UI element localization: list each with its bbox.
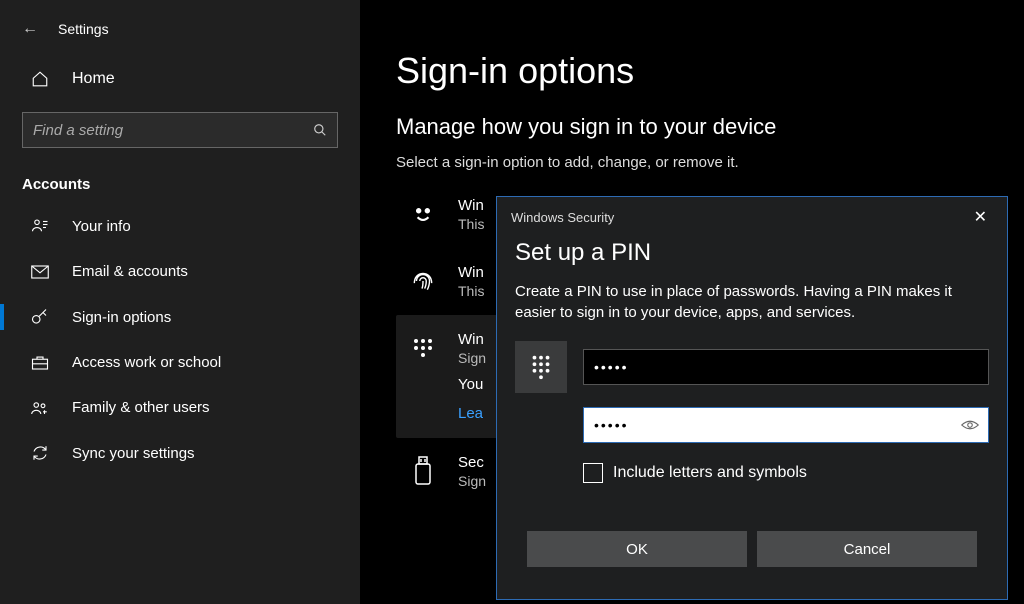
option-title: Sec — [458, 454, 486, 471]
option-title: Win — [458, 331, 486, 348]
home-icon — [30, 70, 50, 88]
sidebar-item-label: Family & other users — [72, 399, 210, 416]
search-input[interactable] — [23, 113, 337, 147]
ok-button[interactable]: OK — [527, 531, 747, 567]
dialog-heading: Set up a PIN — [515, 239, 989, 267]
sidebar-item-work[interactable]: Access work or school — [0, 340, 360, 385]
sidebar-item-sync[interactable]: Sync your settings — [0, 430, 360, 476]
section-label: Accounts — [0, 156, 360, 203]
option-extra: You — [458, 376, 486, 393]
keypad-icon — [406, 331, 440, 365]
sidebar-item-signin[interactable]: Sign-in options — [0, 294, 360, 340]
option-sub: Sign — [458, 350, 486, 366]
back-arrow-icon[interactable]: ← — [22, 20, 38, 38]
key-icon — [30, 308, 50, 326]
sidebar-item-label: Your info — [72, 218, 131, 235]
page-subtitle: Manage how you sign in to your device — [396, 114, 988, 140]
reveal-password-icon[interactable] — [961, 419, 979, 431]
sidebar: ← Settings Home Accounts Your info Email… — [0, 0, 360, 604]
search-input-wrap[interactable] — [22, 112, 338, 148]
option-sub: This — [458, 283, 484, 299]
page-title: Sign-in options — [396, 50, 988, 92]
family-icon — [30, 400, 50, 416]
usb-key-icon — [406, 454, 440, 488]
fingerprint-icon — [406, 264, 440, 298]
sidebar-item-label: Email & accounts — [72, 263, 188, 280]
option-sub: Sign — [458, 473, 486, 489]
option-sub: This — [458, 216, 484, 232]
nav-home-label: Home — [72, 70, 115, 88]
include-letters-row[interactable]: Include letters and symbols — [583, 463, 989, 483]
app-title: Settings — [58, 21, 109, 37]
include-letters-label: Include letters and symbols — [613, 464, 807, 482]
dialog-titlebar: Windows Security ✕ — [497, 197, 1007, 235]
header: ← Settings — [0, 10, 360, 56]
briefcase-icon — [30, 355, 50, 371]
face-icon — [406, 197, 440, 231]
search-icon — [313, 123, 327, 137]
sidebar-item-label: Sign-in options — [72, 309, 171, 326]
option-title: Win — [458, 197, 484, 214]
new-pin-input[interactable] — [583, 349, 989, 385]
pin-keypad-icon — [515, 341, 567, 393]
confirm-pin-input[interactable] — [583, 407, 989, 443]
sidebar-item-label: Access work or school — [72, 354, 221, 371]
person-icon — [30, 217, 50, 235]
pin-setup-dialog: Windows Security ✕ Set up a PIN Create a… — [496, 196, 1008, 600]
option-title: Win — [458, 264, 484, 281]
email-icon — [30, 265, 50, 279]
dialog-window-title: Windows Security — [511, 210, 614, 225]
close-icon[interactable]: ✕ — [968, 203, 993, 231]
learn-more-link[interactable]: Lea — [458, 405, 486, 422]
include-letters-checkbox[interactable] — [583, 463, 603, 483]
sidebar-item-label: Sync your settings — [72, 445, 195, 462]
helper-text: Select a sign-in option to add, change, … — [396, 154, 988, 171]
sync-icon — [30, 444, 50, 462]
sidebar-item-your-info[interactable]: Your info — [0, 203, 360, 249]
dialog-message: Create a PIN to use in place of password… — [515, 281, 989, 323]
sidebar-item-family[interactable]: Family & other users — [0, 385, 360, 430]
cancel-button[interactable]: Cancel — [757, 531, 977, 567]
nav-home[interactable]: Home — [0, 56, 360, 102]
sidebar-item-email[interactable]: Email & accounts — [0, 249, 360, 294]
